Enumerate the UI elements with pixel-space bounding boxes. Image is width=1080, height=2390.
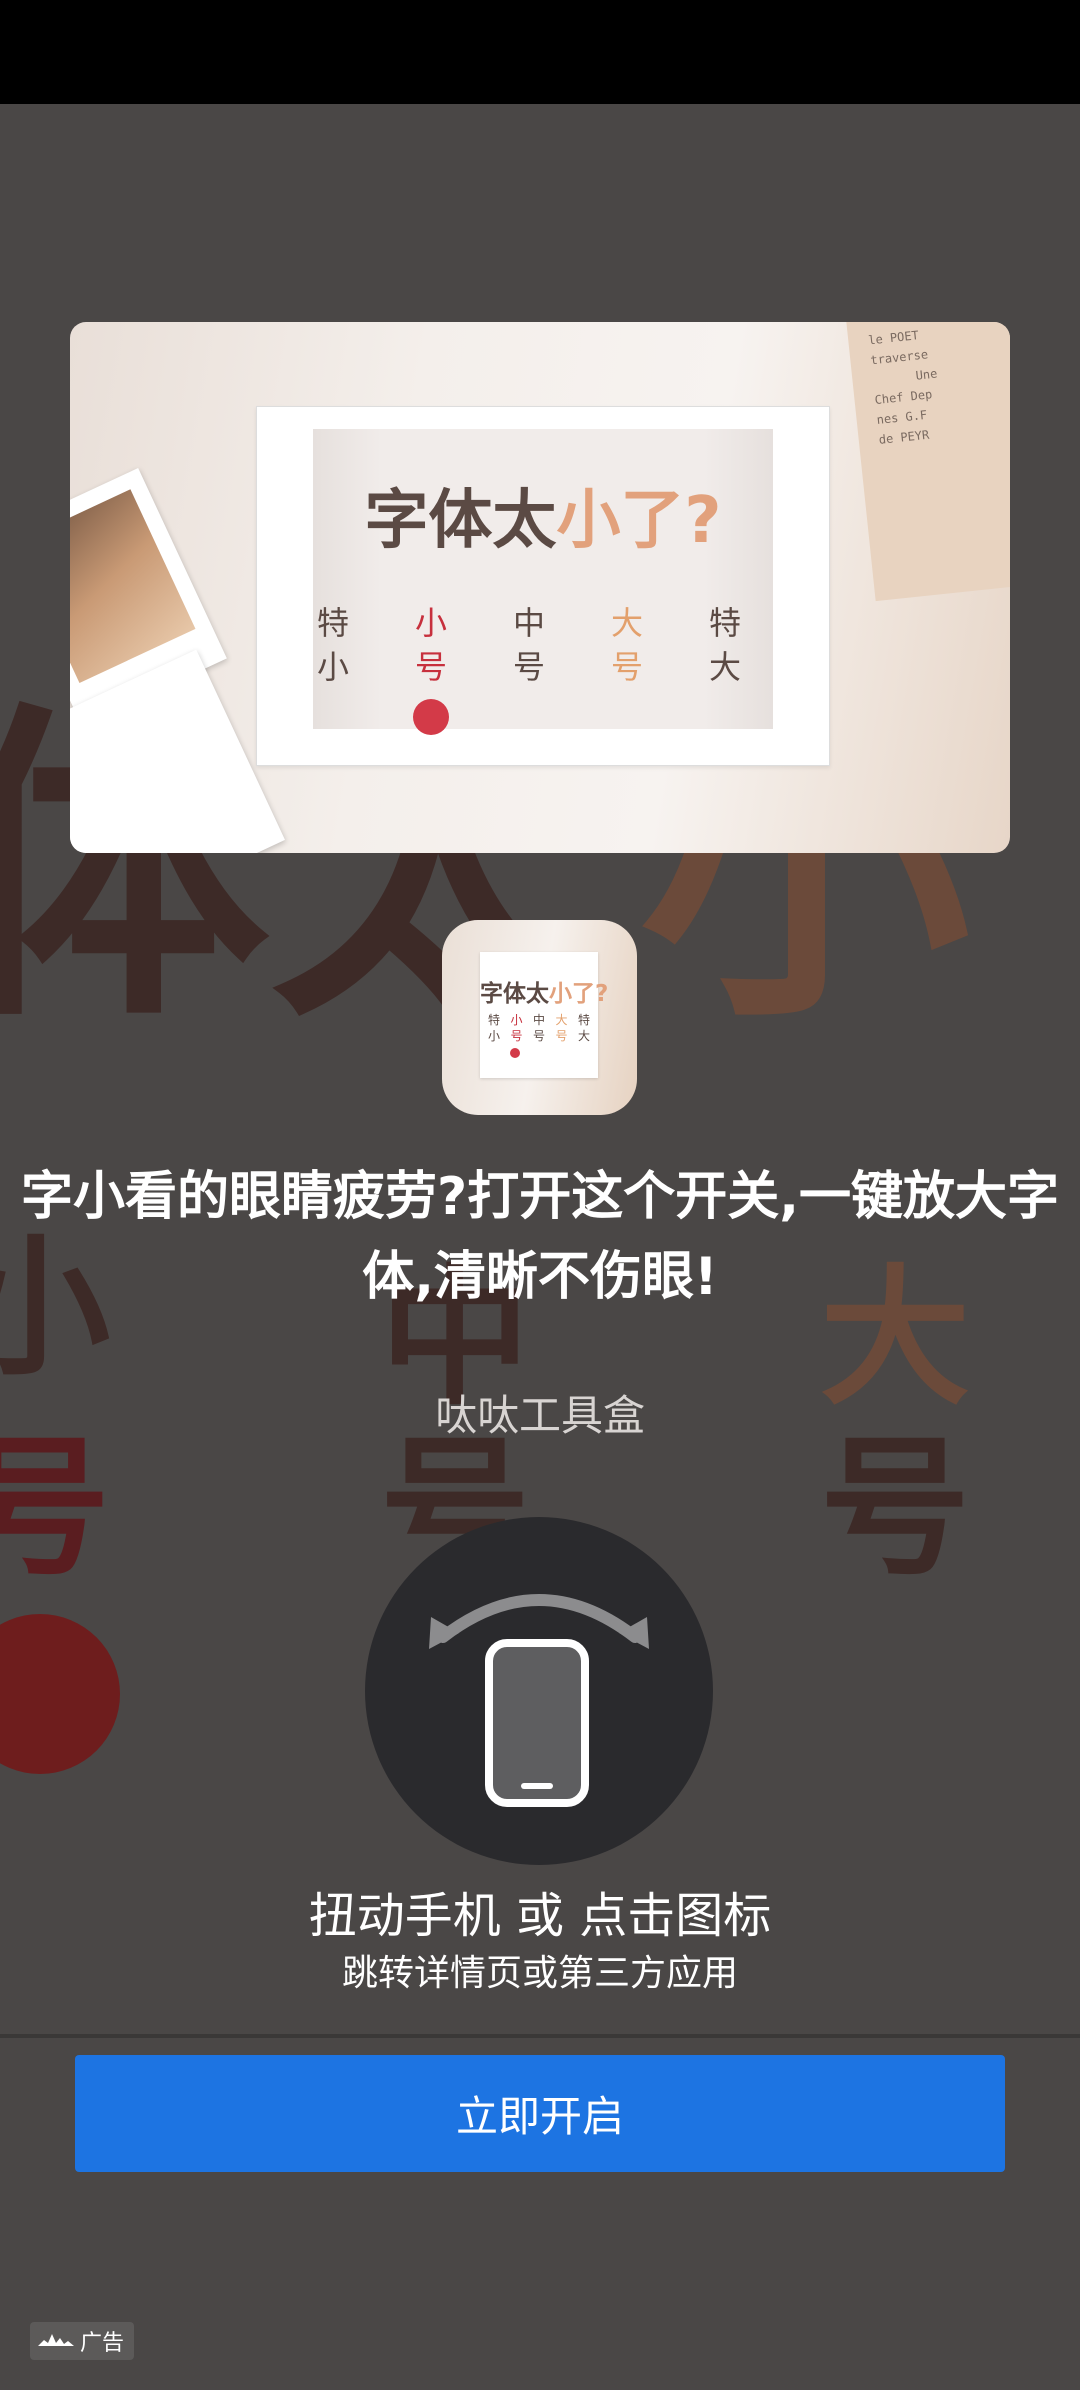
app-icon-dot — [510, 1048, 520, 1058]
ad-badge: 广告 — [30, 2322, 134, 2360]
bg-glyph: 号 — [820, 1422, 971, 1596]
size-option-xl: 特大 — [708, 604, 741, 686]
size-option-small: 小号 — [414, 604, 447, 686]
banner-title: 字体太小了? — [364, 484, 722, 558]
paper-decoration: le POET traverse Une Chef Dep nes G.F de… — [845, 322, 1010, 602]
banner-frame: 字体太小了? 特小 小号 中号 大号 特大 — [256, 406, 830, 766]
size-option-xs: 特小 — [316, 604, 349, 686]
ad-headline: 字小看的眼睛疲劳?打开这个开关,一键放大字体,清晰不伤眼! — [21, 1167, 1059, 1307]
open-now-button[interactable]: 立即开启 — [75, 2055, 1005, 2172]
bg-glyph: 号 — [0, 1422, 111, 1596]
promo-banner[interactable]: 2016 le POET traverse Une Chef Dep nes G… — [70, 322, 1010, 853]
ad-badge-label: 广告 — [80, 2331, 125, 2356]
selected-size-dot — [413, 699, 449, 735]
twist-phone-icon — [429, 1594, 649, 1807]
app-name: 呔呔工具盒 — [434, 1391, 645, 1440]
twist-hint-title: 扭动手机 或 点击图标 — [308, 1888, 772, 1944]
app-icon[interactable]: 字体太小了? 特小 小号 中号 大号 特大 — [442, 920, 637, 1115]
app-icon-title: 字体太小了? — [480, 981, 609, 1007]
twist-hint-subtitle: 跳转详情页或第三方应用 — [341, 1953, 738, 1994]
twist-phone-button[interactable] — [365, 1517, 713, 1865]
bg-red-dot — [0, 1614, 120, 1774]
typewriter-text: le POET traverse Une Chef Dep nes G.F de… — [867, 328, 938, 447]
status-bar — [0, 0, 1080, 104]
ad-logo-icon — [38, 2334, 74, 2346]
size-option-medium: 中号 — [512, 604, 545, 686]
app-icon-size-row: 特小 小号 中号 大号 特大 — [488, 1013, 591, 1043]
size-option-large: 大号 — [610, 604, 643, 686]
divider — [0, 2034, 1080, 2038]
